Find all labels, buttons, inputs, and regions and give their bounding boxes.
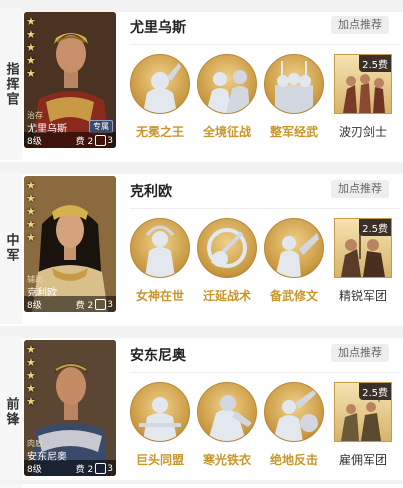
skill-slot-1[interactable]: 无冕之王 (130, 54, 190, 140)
general-name: 克利欧 (130, 184, 172, 200)
star-icon: ★ (26, 382, 36, 395)
divider (130, 44, 400, 45)
general-row-commander: 指挥官 ★ ★ ★ ★ ★ 治存 尤里乌斯 专属 8级 费 2 3 尤里乌斯 加… (0, 8, 403, 160)
troop-count-value: 3 (107, 135, 113, 146)
skill-icon (130, 382, 190, 442)
troop-count-value: 3 (107, 463, 113, 474)
divider (130, 208, 400, 209)
general-row-center: 中军 ★ ★ ★ ★ ★ 辅助 克利欧 8级 费 2 3 克利欧 加点推荐 女神… (0, 172, 403, 324)
skill-name: 无冕之王 (135, 125, 184, 139)
skill-name: 女神在世 (135, 289, 184, 303)
card-stats-bar: 8级 费 2 3 (24, 296, 116, 312)
general-name: 尤里乌斯 (130, 20, 186, 36)
row-separator (0, 480, 403, 484)
general-name: 安东尼奥 (130, 348, 186, 364)
star-icon: ★ (26, 218, 36, 231)
skill-name: 绝地反击 (269, 453, 318, 467)
unit-slot[interactable]: 2.5费 精锐军团 (332, 218, 394, 304)
position-label: 指挥官 (3, 61, 19, 107)
skill-name: 整军经武 (269, 125, 318, 139)
divider (130, 372, 400, 373)
troop-count: 3 (95, 298, 113, 310)
general-card[interactable]: ★ ★ ★ ★ ★ 辅助 克利欧 8级 费 2 3 (24, 176, 116, 312)
recommend-points-button[interactable]: 加点推荐 (331, 16, 389, 34)
unit-cost-badge: 2.5费 (359, 219, 391, 236)
skill-icon (264, 382, 324, 442)
position-column: 中军 (0, 172, 22, 324)
recommend-points-button[interactable]: 加点推荐 (331, 180, 389, 198)
general-card[interactable]: ★ ★ ★ ★ ★ 治存 尤里乌斯 专属 8级 费 2 3 (24, 12, 116, 148)
star-rating: ★ ★ ★ ★ ★ (26, 16, 36, 79)
general-card[interactable]: ★ ★ ★ ★ ★ 肉盾 安东尼奥 8级 费 2 3 (24, 340, 116, 476)
general-cost: 费 2 (75, 136, 94, 147)
skill-name: 备武修文 (269, 289, 318, 303)
skill-icon (264, 218, 324, 278)
troop-count: 3 (95, 462, 113, 474)
general-cost: 费 2 (75, 464, 94, 475)
skill-icon (130, 54, 190, 114)
unit-cost-badge: 2.5费 (359, 383, 391, 400)
troop-icon (95, 462, 107, 474)
skill-icon (197, 218, 257, 278)
star-icon: ★ (26, 179, 36, 192)
star-icon: ★ (26, 205, 36, 218)
skill-icon (197, 382, 257, 442)
star-icon: ★ (26, 369, 36, 382)
skill-slot-3[interactable]: 整军经武 (264, 54, 324, 140)
star-icon: ★ (26, 28, 36, 41)
star-rating: ★ ★ ★ ★ ★ (26, 344, 36, 407)
unit-name: 波刃剑士 (338, 125, 387, 139)
troop-icon (95, 134, 107, 146)
position-column: 指挥官 (0, 8, 22, 160)
skill-icon (264, 54, 324, 114)
unit-name: 精锐军团 (338, 289, 387, 303)
skill-slot-2[interactable]: 寒光铁衣 (197, 382, 257, 468)
general-level: 8级 (27, 300, 42, 311)
star-icon: ★ (26, 54, 36, 67)
skill-icon (130, 218, 190, 278)
skill-slot-2[interactable]: 全境征战 (197, 54, 257, 140)
unit-name: 雇佣军团 (338, 453, 387, 467)
star-rating: ★ ★ ★ ★ ★ (26, 180, 36, 243)
troop-count-value: 3 (107, 299, 113, 310)
troop-icon (95, 298, 107, 310)
unit-slot[interactable]: 2.5费 雇佣军团 (332, 382, 394, 468)
star-icon: ★ (26, 231, 36, 244)
position-label: 中军 (3, 233, 19, 263)
star-icon: ★ (26, 15, 36, 28)
skill-slot-1[interactable]: 女神在世 (130, 218, 190, 304)
star-icon: ★ (26, 356, 36, 369)
recommend-points-button[interactable]: 加点推荐 (331, 344, 389, 362)
unit-slot[interactable]: 2.5费 波刃剑士 (332, 54, 394, 140)
card-stats-bar: 8级 费 2 3 (24, 460, 116, 476)
star-icon: ★ (26, 192, 36, 205)
star-icon: ★ (26, 41, 36, 54)
card-stats-bar: 8级 费 2 3 (24, 132, 116, 148)
skill-slot-2[interactable]: 迁延战术 (197, 218, 257, 304)
unit-image: 2.5费 (334, 382, 392, 442)
troop-count: 3 (95, 134, 113, 146)
general-row-vanguard: 前锋 ★ ★ ★ ★ ★ 肉盾 安东尼奥 8级 费 2 3 安东尼奥 加点推荐 (0, 336, 403, 488)
skill-name: 全境征战 (202, 125, 251, 139)
star-icon: ★ (26, 395, 36, 408)
star-icon: ★ (26, 67, 36, 80)
unit-image: 2.5费 (334, 54, 392, 114)
skill-name: 巨头同盟 (135, 453, 184, 467)
skill-name: 寒光铁衣 (202, 453, 251, 467)
skill-slot-3[interactable]: 备武修文 (264, 218, 324, 304)
skill-icon (197, 54, 257, 114)
general-cost: 费 2 (75, 300, 94, 311)
general-level: 8级 (27, 136, 42, 147)
skill-slot-3[interactable]: 绝地反击 (264, 382, 324, 468)
position-label: 前锋 (3, 397, 19, 427)
skill-slot-1[interactable]: 巨头同盟 (130, 382, 190, 468)
unit-cost-badge: 2.5费 (359, 55, 391, 72)
skill-name: 迁延战术 (202, 289, 251, 303)
unit-image: 2.5费 (334, 218, 392, 278)
position-column: 前锋 (0, 336, 22, 488)
general-level: 8级 (27, 464, 42, 475)
star-icon: ★ (26, 343, 36, 356)
